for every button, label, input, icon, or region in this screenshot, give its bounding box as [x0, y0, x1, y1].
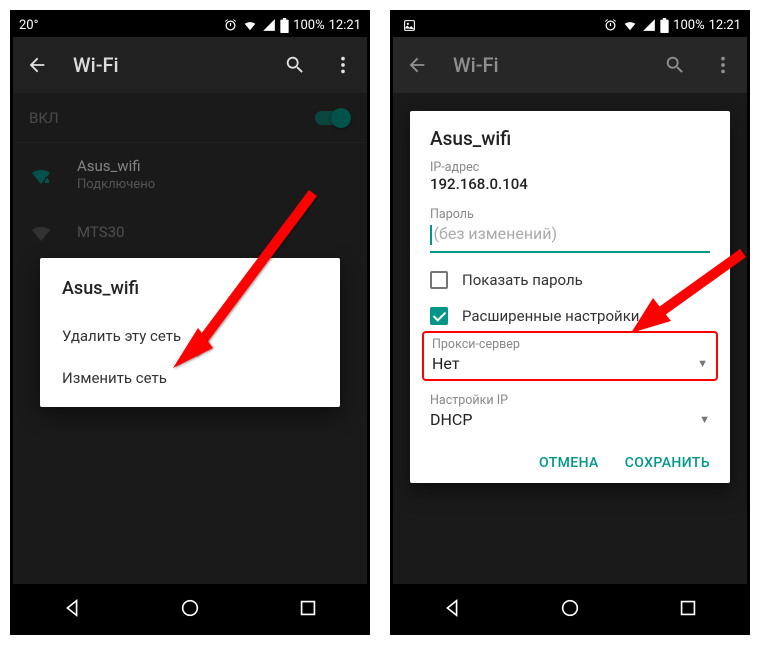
- status-bar: 100% 12:21: [393, 13, 747, 37]
- dialog-overlay[interactable]: Asus_wifi IP-адрес 192.168.0.104 Пароль …: [393, 93, 747, 584]
- content-left: ВКЛ Asus_wifi Подключено MTS30: [13, 93, 367, 584]
- save-button[interactable]: СОХРАНИТЬ: [625, 455, 710, 471]
- phone-left: 20° 100% 12:21 Wi-Fi: [10, 10, 370, 635]
- show-password-label: Показать пароль: [462, 271, 583, 289]
- chevron-down-icon: ▼: [697, 357, 708, 370]
- battery-pct: 100%: [673, 18, 704, 33]
- more-icon[interactable]: [711, 53, 735, 77]
- dialog-title: Asus_wifi: [430, 127, 710, 150]
- app-bar: Wi-Fi: [393, 37, 747, 93]
- more-icon[interactable]: [331, 53, 355, 77]
- modify-network-option[interactable]: Изменить сеть: [62, 357, 318, 399]
- search-icon[interactable]: [283, 53, 307, 77]
- network-edit-dialog: Asus_wifi IP-адрес 192.168.0.104 Пароль …: [410, 111, 730, 483]
- cell-signal-icon: [262, 18, 276, 32]
- proxy-value: Нет: [432, 354, 460, 373]
- content-right: Asus_wifi IP-адрес 192.168.0.104 Пароль …: [393, 93, 747, 584]
- nav-recent-icon[interactable]: [297, 597, 319, 619]
- clock: 12:21: [329, 18, 361, 33]
- proxy-select[interactable]: Прокси-сервер Нет ▼: [432, 337, 708, 377]
- context-dialog: Asus_wifi Удалить эту сеть Изменить сеть: [40, 258, 340, 407]
- nav-home-icon[interactable]: [559, 597, 581, 619]
- nav-home-icon[interactable]: [179, 597, 201, 619]
- nav-bar: [393, 584, 747, 632]
- ip-settings-value: DHCP: [430, 410, 472, 429]
- status-bar: 20° 100% 12:21: [13, 13, 367, 37]
- checkbox-checked-icon: [430, 307, 448, 325]
- password-label: Пароль: [430, 207, 710, 222]
- back-icon[interactable]: [25, 53, 49, 77]
- ip-label: IP-адрес: [430, 160, 710, 175]
- app-bar: Wi-Fi: [13, 37, 367, 93]
- show-password-row[interactable]: Показать пароль: [430, 271, 710, 289]
- nav-recent-icon[interactable]: [677, 597, 699, 619]
- wifi-signal-icon: [242, 18, 258, 32]
- password-input[interactable]: (без изменений): [430, 224, 710, 253]
- appbar-title: Wi-Fi: [73, 53, 259, 77]
- dialog-title: Asus_wifi: [62, 278, 318, 299]
- battery-pct: 100%: [293, 18, 324, 33]
- advanced-label: Расширенные настройки: [462, 307, 639, 325]
- proxy-label: Прокси-сервер: [432, 337, 708, 352]
- forget-network-option[interactable]: Удалить эту сеть: [62, 315, 318, 357]
- password-placeholder: (без изменений): [434, 224, 558, 243]
- nav-bar: [13, 584, 367, 632]
- battery-icon: [280, 18, 289, 33]
- nav-back-icon[interactable]: [61, 597, 83, 619]
- ip-settings-select[interactable]: Настройки IP DHCP ▼: [430, 393, 710, 433]
- search-icon[interactable]: [663, 53, 687, 77]
- appbar-title: Wi-Fi: [453, 53, 639, 77]
- cancel-button[interactable]: ОТМЕНА: [539, 455, 599, 471]
- temperature: 20°: [19, 18, 38, 33]
- checkbox-unchecked-icon: [430, 271, 448, 289]
- dialog-overlay[interactable]: Asus_wifi Удалить эту сеть Изменить сеть: [13, 93, 367, 584]
- proxy-highlight: Прокси-сервер Нет ▼: [422, 331, 718, 381]
- cell-signal-icon: [642, 18, 656, 32]
- advanced-row[interactable]: Расширенные настройки: [430, 307, 710, 325]
- ip-value: 192.168.0.104: [430, 175, 710, 193]
- phone-right: 100% 12:21 Wi-Fi Asus_wifi IP-адрес 192.…: [390, 10, 750, 635]
- battery-icon: [660, 18, 669, 33]
- dialog-actions: ОТМЕНА СОХРАНИТЬ: [430, 449, 710, 477]
- chevron-down-icon: ▼: [699, 413, 710, 426]
- alarm-icon: [223, 18, 238, 33]
- alarm-icon: [603, 18, 618, 33]
- ip-settings-label: Настройки IP: [430, 393, 710, 408]
- clock: 12:21: [709, 18, 741, 33]
- screenshot-icon: [403, 19, 416, 32]
- wifi-signal-icon: [622, 18, 638, 32]
- nav-back-icon[interactable]: [441, 597, 463, 619]
- back-icon[interactable]: [405, 53, 429, 77]
